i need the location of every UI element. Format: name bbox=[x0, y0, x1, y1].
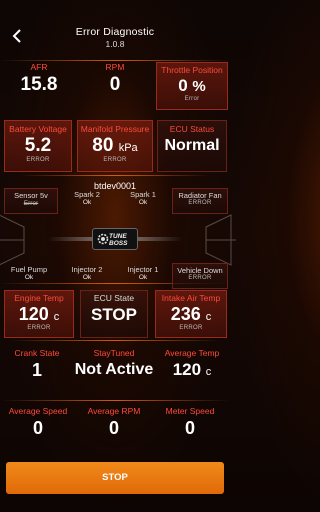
decor-streak bbox=[10, 340, 220, 341]
average-temp-reading: 120 c bbox=[156, 360, 228, 380]
staytuned-label: StayTuned bbox=[93, 348, 135, 358]
intake-air-temp-value: 236 bbox=[170, 304, 201, 324]
engine-temp-label: Engine Temp bbox=[14, 293, 64, 303]
meter-speed-value: 0 bbox=[184, 418, 195, 438]
ecu-state-value: STOP bbox=[91, 305, 137, 324]
sensor-5v-cell: Sensor 5v Error bbox=[4, 188, 58, 214]
battery-voltage-cell: Battery Voltage 5.2 ERROR bbox=[4, 120, 72, 172]
throttle-position-unit: % bbox=[192, 78, 206, 95]
injector-1-label: Injector 1 bbox=[127, 265, 159, 274]
vehicle-down-cell: Vehicle Down ERROR bbox=[172, 263, 228, 289]
ecu-status-cell: ECU Status Normal bbox=[157, 120, 227, 172]
injector-2-label: Injector 2 bbox=[71, 265, 103, 274]
intake-air-temp-cell: Intake Air Temp 236 c ERROR bbox=[155, 290, 227, 338]
radiator-fan-cell: Radiator Fan ERROR bbox=[172, 188, 228, 214]
manifold-pressure-reading: 80 kPa bbox=[78, 135, 152, 157]
engine-temp-reading: 120 c bbox=[5, 304, 73, 325]
radiator-fan-value: ERROR bbox=[188, 200, 212, 206]
average-speed-label: Average Speed bbox=[8, 406, 68, 416]
spark-2-label: Spark 2 bbox=[74, 190, 100, 199]
engine-temp-value: 120 bbox=[18, 304, 49, 324]
throttle-position-reading: 0 % bbox=[157, 76, 227, 96]
engine-temp-unit: c bbox=[53, 311, 60, 323]
decor-streak bbox=[0, 60, 230, 61]
average-speed-cell: Average Speed 0 bbox=[2, 406, 74, 446]
decor-streak bbox=[0, 400, 230, 401]
spark-1-value: Ok bbox=[138, 199, 148, 206]
throttle-position-value: 0 bbox=[178, 76, 188, 95]
battery-voltage-label: Battery Voltage bbox=[9, 124, 67, 134]
engine-temp-cell: Engine Temp 120 c ERROR bbox=[4, 290, 74, 338]
version-label: 1.0.8 bbox=[105, 39, 125, 49]
fuel-pump-value: Ok bbox=[24, 274, 34, 281]
injector-1-cell: Injector 1 Ok bbox=[116, 265, 170, 289]
intake-air-temp-unit: c bbox=[205, 311, 212, 323]
manifold-pressure-cell: Manifold Pressure 80 kPa ERROR bbox=[77, 120, 153, 172]
intake-air-temp-label: Intake Air Temp bbox=[161, 293, 221, 303]
spark-1-cell: Spark 1 Ok bbox=[118, 190, 168, 214]
fuel-pump-cell: Fuel Pump Ok bbox=[2, 265, 56, 289]
average-rpm-cell: Average RPM 0 bbox=[78, 406, 150, 446]
ecu-status-label: ECU Status bbox=[169, 124, 215, 134]
injector-1-value: Ok bbox=[138, 274, 148, 281]
rpm-cell: RPM 0 bbox=[78, 62, 152, 110]
spark-2-value: Ok bbox=[82, 199, 92, 206]
throttle-position-error: Error bbox=[184, 96, 200, 102]
stop-button[interactable]: STOP bbox=[6, 462, 224, 494]
average-temp-unit: c bbox=[205, 366, 212, 378]
header: Error Diagnostic 1.0.8 bbox=[0, 20, 230, 50]
afr-label: AFR bbox=[30, 62, 48, 72]
crank-state-cell: Crank State 1 bbox=[2, 348, 72, 388]
afr-value: 15.8 bbox=[20, 74, 58, 95]
tuneboss-logo: TUNE BOSS bbox=[48, 228, 182, 250]
manifold-pressure-value: 80 bbox=[92, 135, 114, 156]
throttle-position-cell: Throttle Position 0 % Error bbox=[156, 62, 228, 110]
intake-air-temp-error: ERROR bbox=[179, 325, 203, 331]
logo-text: TUNE BOSS bbox=[109, 233, 127, 247]
spark-1-label: Spark 1 bbox=[130, 190, 156, 199]
average-temp-cell: Average Temp 120 c bbox=[156, 348, 228, 388]
manifold-pressure-error: ERROR bbox=[103, 157, 127, 163]
throttle-position-label: Throttle Position bbox=[161, 65, 223, 75]
decor-streak bbox=[20, 175, 210, 176]
crank-state-value: 1 bbox=[31, 360, 42, 380]
vehicle-down-value: ERROR bbox=[188, 275, 212, 281]
injector-2-value: Ok bbox=[82, 274, 92, 281]
crank-state-label: Crank State bbox=[14, 348, 60, 358]
average-temp-label: Average Temp bbox=[164, 348, 220, 358]
manifold-pressure-label: Manifold Pressure bbox=[80, 124, 150, 134]
sensor-5v-value: Error bbox=[23, 200, 39, 207]
staytuned-cell: StayTuned Not Active bbox=[72, 348, 156, 388]
staytuned-value: Not Active bbox=[74, 361, 154, 378]
device-name: btdev0001 bbox=[93, 181, 137, 191]
ecu-status-value: Normal bbox=[164, 137, 220, 154]
spark-2-cell: Spark 2 Ok bbox=[62, 190, 112, 214]
logo-line2: BOSS bbox=[109, 240, 128, 247]
ecu-state-label: ECU State bbox=[93, 293, 135, 303]
average-rpm-label: Average RPM bbox=[87, 406, 141, 416]
battery-voltage-value: 5.2 bbox=[24, 135, 52, 156]
intake-air-temp-reading: 236 c bbox=[156, 304, 226, 325]
rpm-label: RPM bbox=[105, 62, 125, 72]
afr-cell: AFR 15.8 bbox=[2, 62, 76, 110]
manifold-pressure-unit: kPa bbox=[118, 142, 138, 154]
meter-speed-label: Meter Speed bbox=[165, 406, 215, 416]
logo-line1: TUNE bbox=[109, 233, 127, 240]
injector-2-cell: Injector 2 Ok bbox=[60, 265, 114, 289]
logo-badge: TUNE BOSS bbox=[92, 228, 138, 250]
ecu-state-cell: ECU State STOP bbox=[80, 290, 148, 338]
engine-temp-error: ERROR bbox=[27, 325, 51, 331]
rpm-value: 0 bbox=[109, 74, 121, 95]
vehicle-down-label: Vehicle Down bbox=[177, 266, 223, 275]
sensor-5v-label: Sensor 5v bbox=[14, 191, 48, 200]
average-temp-value: 120 bbox=[172, 360, 202, 379]
meter-speed-cell: Meter Speed 0 bbox=[154, 406, 226, 446]
page-title: Error Diagnostic bbox=[75, 26, 155, 38]
average-speed-value: 0 bbox=[32, 418, 43, 438]
fuel-pump-label: Fuel Pump bbox=[10, 265, 48, 274]
gear-icon bbox=[97, 233, 109, 245]
radiator-fan-label: Radiator Fan bbox=[178, 191, 222, 200]
battery-voltage-error: ERROR bbox=[26, 157, 50, 163]
average-rpm-value: 0 bbox=[108, 418, 119, 438]
